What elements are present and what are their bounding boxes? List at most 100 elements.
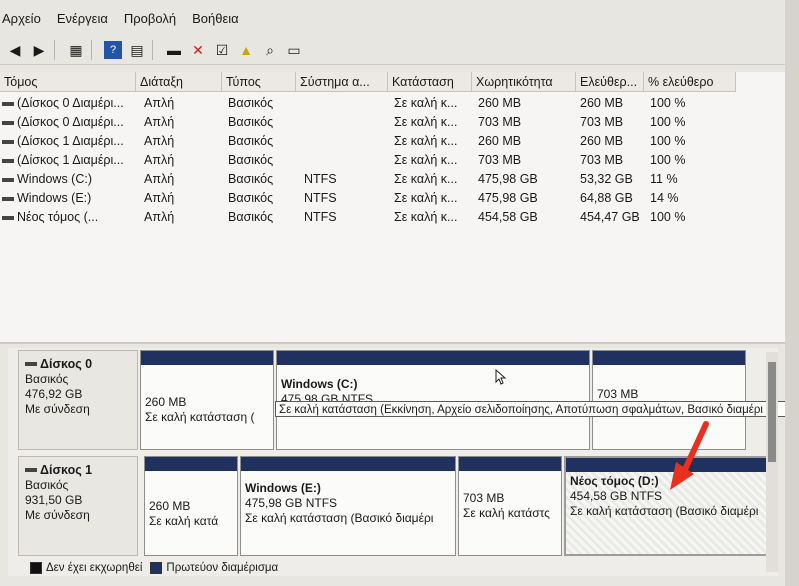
- menu-action[interactable]: Ενέργεια: [57, 11, 108, 26]
- table-row[interactable]: Windows (C:) Απλή Βασικός NTFS Σε καλή κ…: [0, 170, 760, 189]
- menu-view[interactable]: Προβολή: [124, 11, 176, 26]
- connect-drive-icon[interactable]: ▬: [165, 41, 183, 59]
- status-cell: Σε καλή κ...: [394, 115, 458, 129]
- volume-icon: [2, 158, 14, 163]
- layout-cell: Απλή: [144, 96, 175, 110]
- capacity-cell: 703 MB: [478, 115, 522, 129]
- capacity-cell: 703 MB: [478, 153, 522, 167]
- column-header-free[interactable]: Ελεύθερ...: [576, 72, 644, 92]
- primary-swatch: [150, 562, 163, 574]
- disk-0-state: Με σύνδεση: [25, 402, 90, 416]
- column-header-type[interactable]: Τύπος: [222, 72, 296, 92]
- volume-name: (Δίσκος 0 Διαμέρι...: [2, 113, 134, 132]
- table-row[interactable]: (Δίσκος 0 Διαμέρι... Απλή Βασικός Σε καλ…: [0, 113, 760, 132]
- window-edge: [785, 0, 799, 586]
- view-icon[interactable]: ▭: [285, 41, 303, 59]
- primary-bar: [277, 351, 589, 365]
- column-header-status[interactable]: Κατάσταση: [388, 72, 472, 92]
- volume-name-text: (Δίσκος 0 Διαμέρι...: [17, 115, 124, 129]
- pct-free-cell: 100 %: [650, 210, 686, 224]
- import-icon[interactable]: ▲: [237, 41, 255, 59]
- partition-size: 475,98 GB NTFS: [245, 496, 338, 510]
- disk-1-info[interactable]: Δίσκος 1 Βασικός 931,50 GB Με σύνδεση: [18, 456, 138, 556]
- free-cell: 64,88 GB: [580, 191, 633, 205]
- filesystem-cell: NTFS: [304, 210, 337, 224]
- volume-name: (Δίσκος 0 Διαμέρι...: [2, 94, 134, 113]
- disk-1-partition-e[interactable]: Windows (E:) 475,98 GB NTFS Σε καλή κατά…: [240, 456, 456, 556]
- search-icon[interactable]: ⌕: [261, 41, 279, 59]
- free-cell: 260 MB: [580, 134, 624, 148]
- disk-icon: [25, 362, 37, 366]
- column-header-volume[interactable]: Τόμος: [0, 72, 136, 92]
- scrollbar-thumb[interactable]: [768, 362, 776, 462]
- primary-bar: [566, 458, 766, 472]
- disk-0-partition-c[interactable]: Windows (C:) 475,98 GB NTFS: [276, 350, 590, 450]
- legend-primary: Πρωτεύον διαμέρισμα: [166, 562, 279, 574]
- status-cell: Σε καλή κ...: [394, 210, 458, 224]
- volume-icon: [2, 196, 14, 201]
- table-row[interactable]: Windows (E:) Απλή Βασικός NTFS Σε καλή κ…: [0, 189, 760, 208]
- table-row[interactable]: (Δίσκος 0 Διαμέρι... Απλή Βασικός Σε καλ…: [0, 94, 760, 113]
- free-cell: 53,32 GB: [580, 172, 633, 186]
- disk-1-partition-d[interactable]: Νέος τόμος (D:) 454,58 GB NTFS Σε καλή κ…: [564, 456, 768, 556]
- table-row[interactable]: Νέος τόμος (... Απλή Βασικός NTFS Σε καλ…: [0, 208, 760, 227]
- mouse-cursor-icon: [495, 369, 507, 385]
- help-icon[interactable]: ?: [104, 41, 122, 59]
- menu-bar: Αρχείο Ενέργεια Προβολή Βοήθεια: [0, 8, 799, 28]
- type-cell: Βασικός: [228, 172, 274, 186]
- layout-cell: Απλή: [144, 153, 175, 167]
- forward-icon[interactable]: ▶: [30, 41, 48, 59]
- type-cell: Βασικός: [228, 115, 274, 129]
- properties-icon[interactable]: ▤: [128, 41, 146, 59]
- disk-0-partition-1[interactable]: 260 MB Σε καλή κατάσταση (: [140, 350, 274, 450]
- pct-free-cell: 14 %: [650, 191, 679, 205]
- status-cell: Σε καλή κ...: [394, 96, 458, 110]
- disk-icon: [25, 468, 37, 472]
- status-cell: Σε καλή κ...: [394, 172, 458, 186]
- disk-1-partition-1[interactable]: 260 MB Σε καλή κατά: [144, 456, 238, 556]
- pct-free-cell: 11 %: [650, 172, 678, 186]
- pct-free-cell: 100 %: [650, 96, 686, 110]
- partition-title: Windows (E:): [245, 481, 321, 495]
- partition-status: Σε καλή κατάσταση (Βασικό διαμέρι: [245, 511, 434, 525]
- column-header-pct-free[interactable]: % ελεύθερο: [644, 72, 736, 92]
- volume-icon: [2, 120, 14, 125]
- volume-name: (Δίσκος 1 Διαμέρι...: [2, 151, 134, 170]
- partition-status: Σε καλή κατά: [149, 514, 219, 528]
- pane-splitter[interactable]: [0, 342, 799, 344]
- disk-0-row: Δίσκος 0 Βασικός 476,92 GB Με σύνδεση 26…: [18, 350, 768, 450]
- primary-bar: [459, 457, 561, 471]
- column-header-filesystem[interactable]: Σύστημα α...: [296, 72, 388, 92]
- volume-icon: [2, 139, 14, 144]
- column-header-layout[interactable]: Διάταξη: [136, 72, 222, 92]
- column-header-capacity[interactable]: Χωρητικότητα: [472, 72, 576, 92]
- volume-name: Windows (E:): [2, 189, 134, 208]
- volume-name-text: (Δίσκος 1 Διαμέρι...: [17, 134, 124, 148]
- back-icon[interactable]: ◀: [6, 41, 24, 59]
- table-row[interactable]: (Δίσκος 1 Διαμέρι... Απλή Βασικός Σε καλ…: [0, 132, 760, 151]
- disk-1-partition-3[interactable]: 703 MB Σε καλή κατάστς: [458, 456, 562, 556]
- type-cell: Βασικός: [228, 134, 274, 148]
- primary-bar: [241, 457, 455, 471]
- capacity-cell: 260 MB: [478, 96, 522, 110]
- vertical-scrollbar[interactable]: [766, 352, 778, 572]
- volume-name-text: (Δίσκος 1 Διαμέρι...: [17, 153, 124, 167]
- status-cell: Σε καλή κ...: [394, 191, 458, 205]
- layout-cell: Απλή: [144, 134, 175, 148]
- check-icon[interactable]: ☑: [213, 41, 231, 59]
- toolbar-separator: [91, 40, 92, 60]
- free-cell: 454,47 GB: [580, 210, 640, 224]
- disk-0-info[interactable]: Δίσκος 0 Βασικός 476,92 GB Με σύνδεση: [18, 350, 138, 450]
- delete-icon[interactable]: ✕: [189, 41, 207, 59]
- capacity-cell: 454,58 GB: [478, 210, 538, 224]
- disk-0-size: 476,92 GB: [25, 387, 83, 401]
- volume-name-text: (Δίσκος 0 Διαμέρι...: [17, 96, 124, 110]
- partition-size: 454,58 GB NTFS: [570, 489, 663, 503]
- legend: Δεν έχει εκχωρηθεί Πρωτεύον διαμέρισμα: [30, 562, 278, 574]
- volume-name-text: Windows (E:): [17, 191, 92, 205]
- menu-help[interactable]: Βοήθεια: [192, 11, 239, 26]
- menu-file[interactable]: Αρχείο: [2, 11, 41, 26]
- table-row[interactable]: (Δίσκος 1 Διαμέρι... Απλή Βασικός Σε καλ…: [0, 151, 760, 170]
- console-tree-icon[interactable]: ▦: [67, 41, 85, 59]
- partition-title: Windows (C:): [281, 377, 358, 391]
